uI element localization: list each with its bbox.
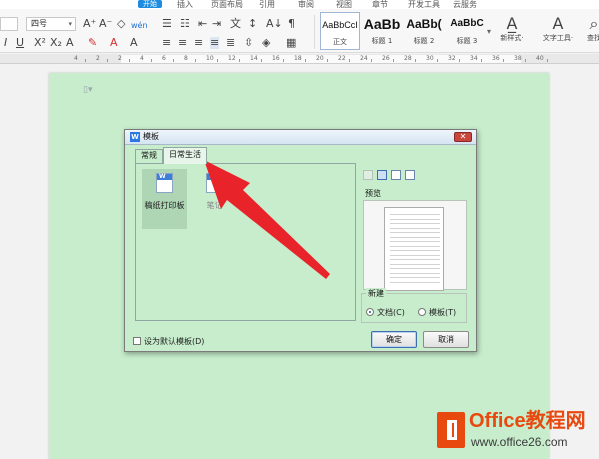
arrow-shape (204, 160, 330, 279)
watermark-url: www.office26.com (471, 435, 568, 449)
tab-daily-life[interactable]: 日常生活 (163, 147, 207, 164)
watermark: Office教程网 www.office26.com (433, 408, 599, 456)
annotation-arrow (204, 160, 330, 279)
office-logo-icon (437, 412, 465, 448)
watermark-name: Office教程网 (469, 410, 586, 432)
